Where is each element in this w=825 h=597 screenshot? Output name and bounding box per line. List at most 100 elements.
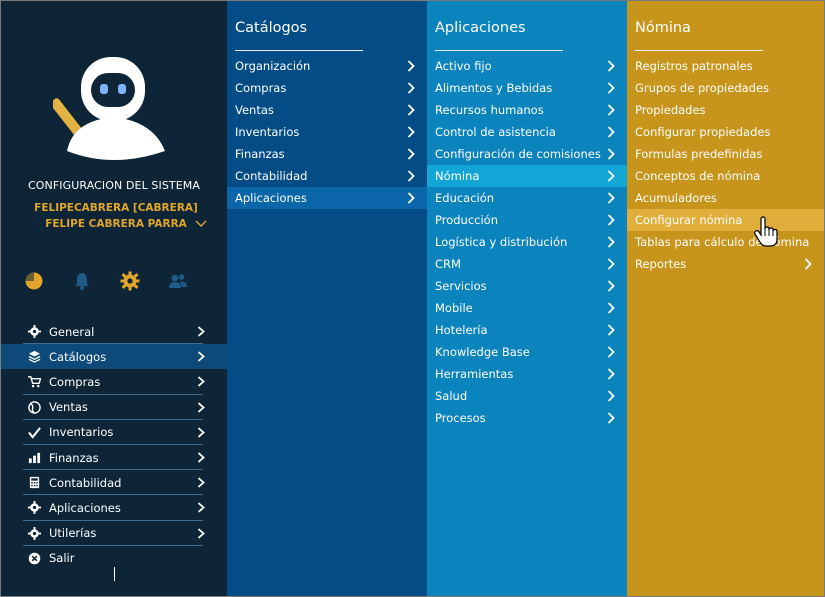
pie-chart-icon[interactable] (24, 271, 44, 291)
text-cursor (114, 567, 115, 581)
menu-item-label: Educación (435, 191, 495, 205)
gear-icon (28, 526, 41, 540)
chevron-right-icon (197, 477, 205, 488)
sidebar-item-label: Aplicaciones (49, 500, 121, 515)
nomina-item-registros-patronales[interactable]: Registros patronales (627, 55, 824, 77)
nomina-item-conceptos-de-nomina[interactable]: Conceptos de nómina (627, 165, 824, 187)
aplicaciones-item-configuracion-de-comisiones[interactable]: Configuración de comisiones (427, 143, 627, 165)
chevron-right-icon (407, 82, 415, 94)
chevron-right-icon (197, 452, 205, 463)
aplicaciones-item-produccion[interactable]: Producción (427, 209, 627, 231)
nomina-item-grupos-de-propiedades[interactable]: Grupos de propiedades (627, 77, 824, 99)
divider (235, 50, 363, 51)
chevron-right-icon (607, 192, 615, 204)
catalogos-item-finanzas[interactable]: Finanzas (227, 143, 427, 165)
catalogos-item-ventas[interactable]: Ventas (227, 99, 427, 121)
menu-item-label: Recursos humanos (435, 103, 544, 117)
menu-item-label: Inventarios (235, 125, 300, 139)
aplicaciones-title: Aplicaciones (435, 20, 526, 36)
chevron-right-icon (607, 126, 615, 138)
menu-item-label: Ventas (235, 103, 274, 117)
menu-item-label: Compras (235, 81, 287, 95)
chevron-right-icon (407, 126, 415, 138)
catalogos-item-compras[interactable]: Compras (227, 77, 427, 99)
nomina-item-configurar-nomina[interactable]: Configurar nómina (627, 209, 824, 231)
globe-icon (28, 400, 41, 414)
aplicaciones-item-control-de-asistencia[interactable]: Control de asistencia (427, 121, 627, 143)
catalogos-menu: Catálogos Organización Compras Ventas Inven… (227, 1, 427, 596)
sidebar-item-catalogos[interactable]: Catálogos (1, 344, 227, 370)
gear-icon[interactable] (120, 271, 140, 291)
nomina-item-reportes[interactable]: Reportes (627, 253, 824, 275)
sidebar-item-label: Utilerías (49, 526, 97, 541)
aplicaciones-item-servicios[interactable]: Servicios (427, 275, 627, 297)
catalogos-list: Organización Compras Ventas Inventarios Fina… (227, 55, 427, 209)
aplicaciones-item-educacion[interactable]: Educación (427, 187, 627, 209)
sidebar-item-general[interactable]: General (1, 319, 227, 345)
sidebar-item-inventarios[interactable]: Inventarios (1, 420, 227, 445)
menu-item-label: Configurar propiedades (635, 125, 771, 139)
aplicaciones-item-herramientas[interactable]: Herramientas (427, 363, 627, 385)
catalogos-item-organizacion[interactable]: Organización (227, 55, 427, 77)
chevron-right-icon (607, 82, 615, 94)
chevron-down-icon[interactable] (195, 219, 207, 229)
aplicaciones-item-activo-fijo[interactable]: Activo fijo (427, 55, 627, 77)
nomina-list: Registros patronales Grupos de propiedade… (627, 55, 824, 275)
menu-item-label: CRM (435, 257, 461, 271)
aplicaciones-item-knowledge-base[interactable]: Knowledge Base (427, 341, 627, 363)
aplicaciones-item-logistica-y-distribucion[interactable]: Logística y distribución (427, 231, 627, 253)
aplicaciones-item-mobile[interactable]: Mobile (427, 297, 627, 319)
sidebar-item-compras[interactable]: Compras (1, 369, 227, 395)
menu-item-label: Procesos (435, 411, 486, 425)
chevron-right-icon (607, 148, 615, 160)
gear-icon (28, 325, 41, 338)
menu-item-label: Tablas para cálculo de nómina (635, 235, 810, 249)
menu-item-label: Finanzas (235, 147, 285, 161)
chevron-right-icon (804, 258, 812, 270)
nomina-item-formulas-predefinidas[interactable]: Formulas predefinidas (627, 143, 824, 165)
user-account[interactable]: FELIPECABRERA [CABRERA] (31, 202, 201, 214)
sidebar-item-label: Contabilidad (49, 475, 122, 490)
aplicaciones-item-hoteleria[interactable]: Hotelería (427, 319, 627, 341)
user-name[interactable]: FELIPE CABRERA PARRA (31, 218, 201, 230)
menu-item-label: Grupos de propiedades (635, 81, 770, 95)
catalogos-item-contabilidad[interactable]: Contabilidad (227, 165, 427, 187)
robot-avatar-icon (53, 57, 165, 160)
catalogos-item-inventarios[interactable]: Inventarios (227, 121, 427, 143)
sidebar-item-finanzas[interactable]: Finanzas (1, 445, 227, 471)
aplicaciones-item-procesos[interactable]: Procesos (427, 407, 627, 429)
sidebar-item-label: Finanzas (49, 450, 99, 465)
bell-icon[interactable] (72, 271, 92, 291)
aplicaciones-item-alimentos-y-bebidas[interactable]: Alimentos y Bebidas (427, 77, 627, 99)
menu-item-label: Organización (235, 59, 311, 73)
nomina-item-acumuladores[interactable]: Acumuladores (627, 187, 824, 209)
chevron-right-icon (197, 401, 205, 413)
nomina-item-propiedades[interactable]: Propiedades (627, 99, 824, 121)
sidebar-item-aplicaciones[interactable]: Aplicaciones (1, 495, 227, 521)
sidebar-item-label: General (49, 324, 95, 339)
sidebar: CONFIGURACION DEL SISTEMA FELIPECABRERA … (1, 1, 227, 596)
aplicaciones-item-recursos-humanos[interactable]: Recursos humanos (427, 99, 627, 121)
close-circle-icon (28, 552, 41, 564)
sidebar-item-label: Compras (49, 374, 101, 389)
nomina-item-configurar-propiedades[interactable]: Configurar propiedades (627, 121, 824, 143)
catalogos-item-aplicaciones[interactable]: Aplicaciones (227, 187, 427, 209)
aplicaciones-item-crm[interactable]: CRM (427, 253, 627, 275)
sidebar-item-contabilidad[interactable]: Contabilidad (1, 470, 227, 496)
chevron-right-icon (407, 170, 415, 182)
sidebar-item-utilerias[interactable]: Utilerías (1, 521, 227, 546)
aplicaciones-item-salud[interactable]: Salud (427, 385, 627, 407)
aplicaciones-item-nomina[interactable]: Nómina (427, 165, 627, 187)
users-icon[interactable] (168, 271, 188, 291)
chevron-right-icon (407, 148, 415, 160)
chevron-right-icon (607, 170, 615, 182)
bar-chart-icon (28, 452, 41, 464)
chevron-right-icon (607, 324, 615, 336)
chevron-right-icon (607, 236, 615, 248)
menu-item-label: Nómina (435, 169, 480, 183)
sidebar-item-ventas[interactable]: Ventas (1, 395, 227, 420)
menu-item-label: Aplicaciones (235, 191, 307, 205)
menu-item-label: Control de asistencia (435, 125, 556, 139)
nomina-item-tablas-para-calculo-de-nomina[interactable]: Tablas para cálculo de nómina (627, 231, 824, 253)
chevron-right-icon (407, 104, 415, 116)
